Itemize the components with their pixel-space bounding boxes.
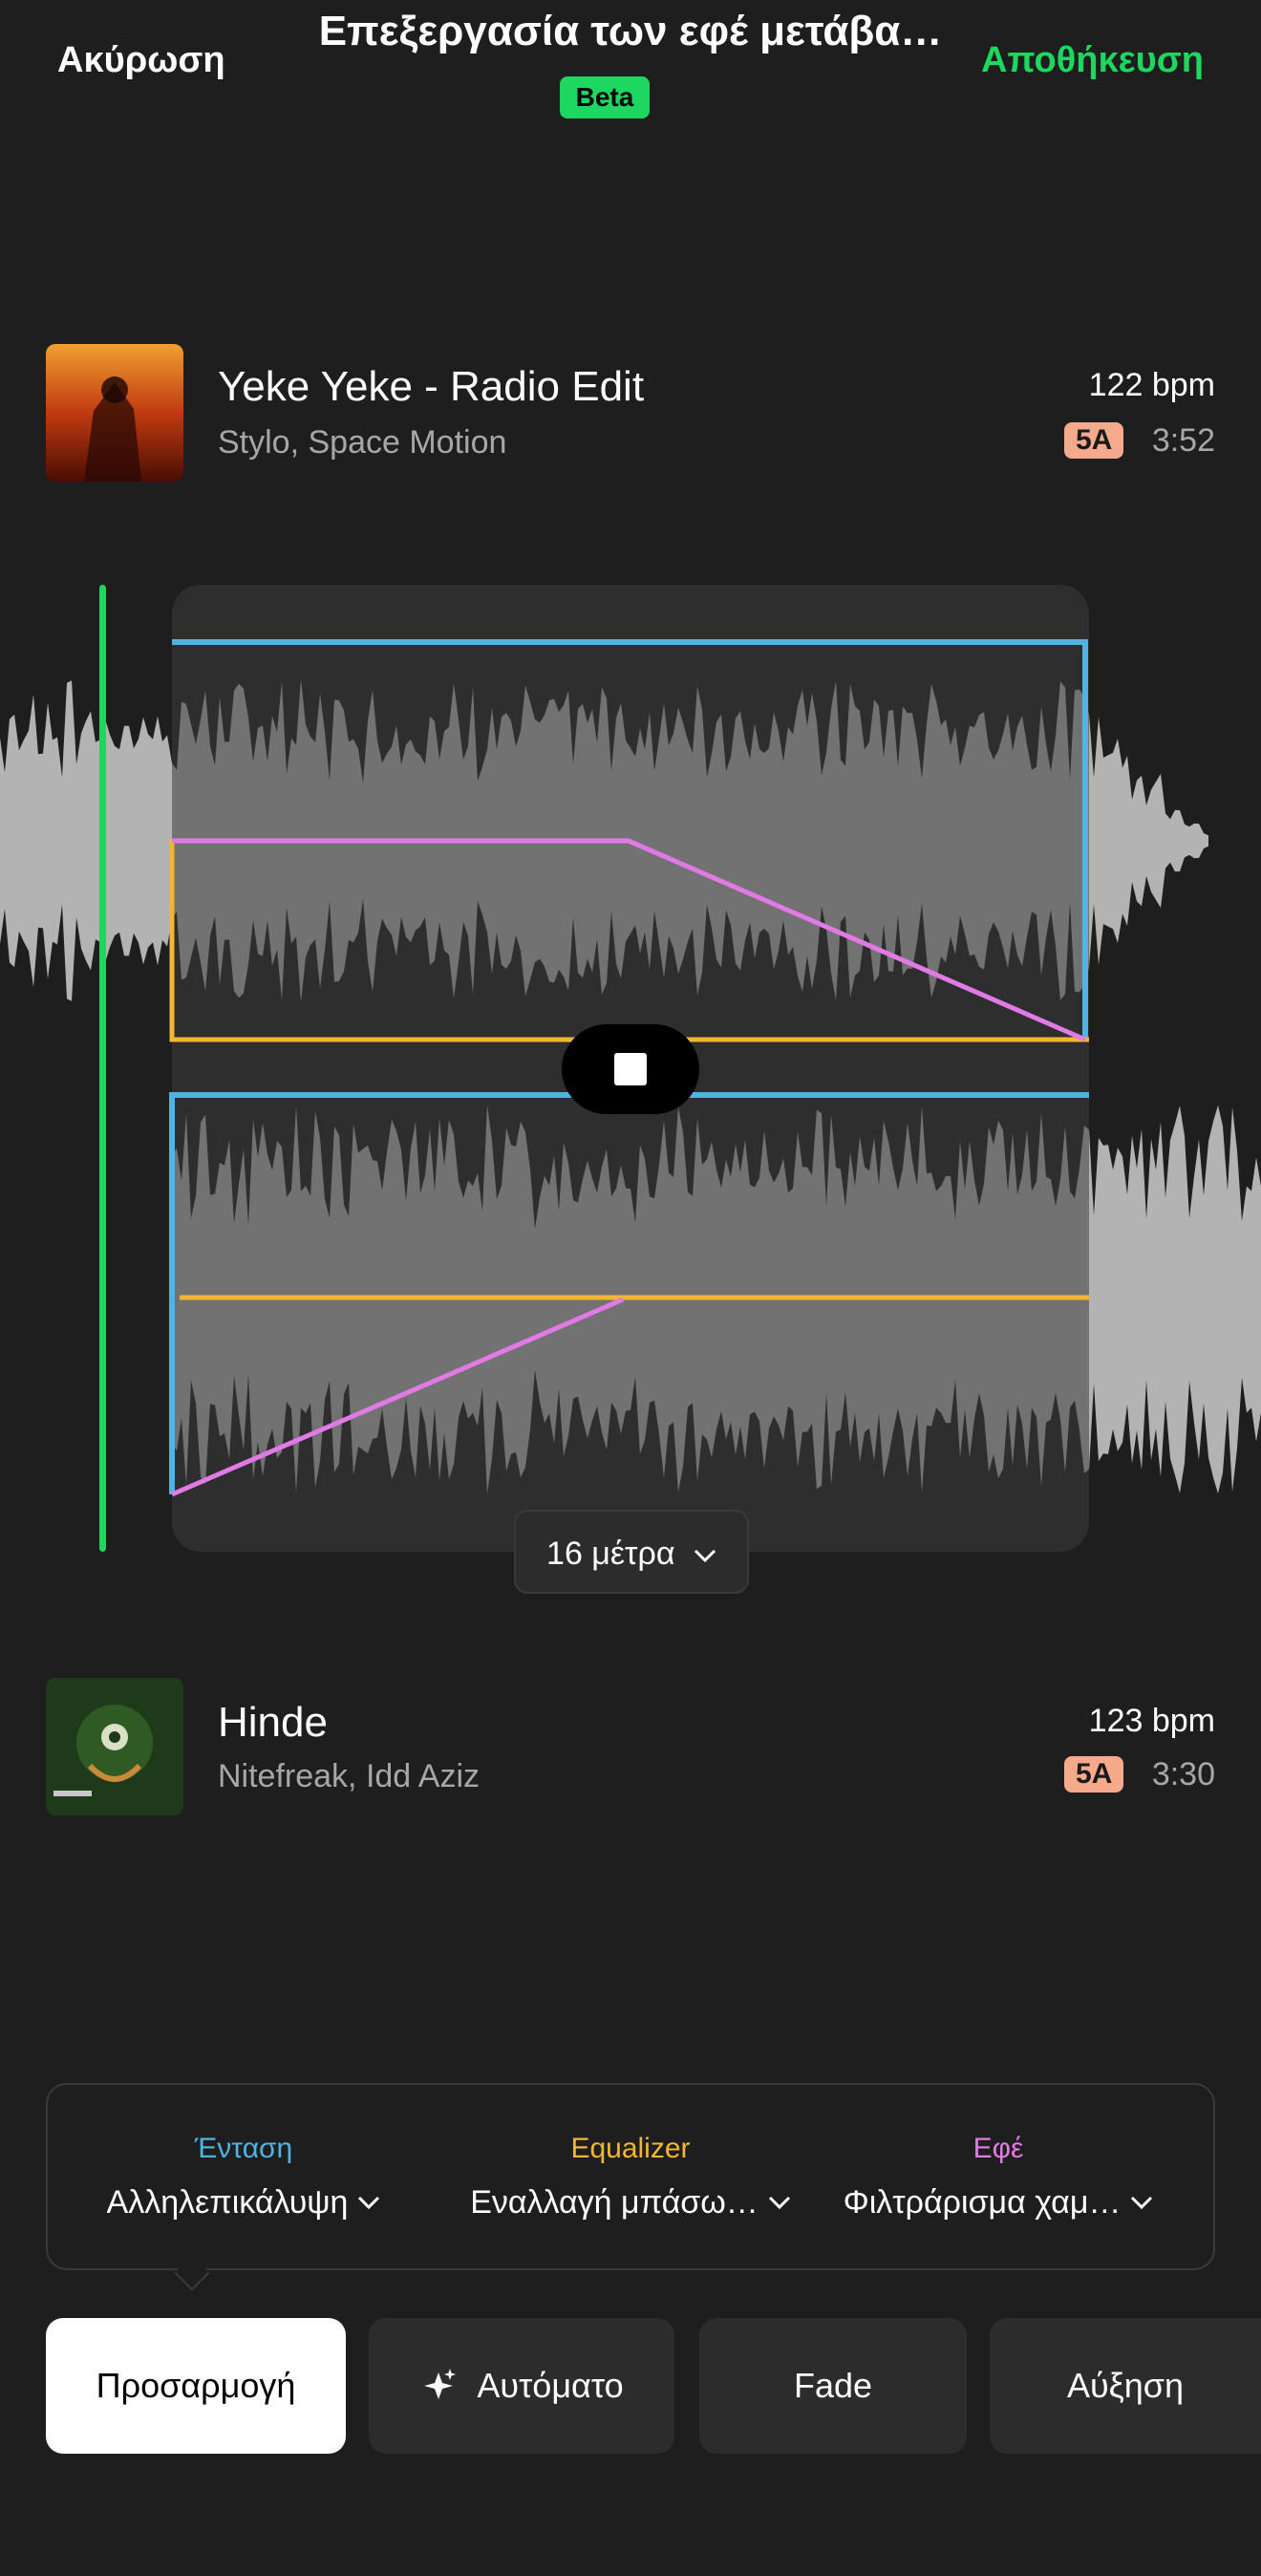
track-2-key-badge: 5A bbox=[1064, 1756, 1124, 1792]
preset-custom-button[interactable]: Προσαρμογή bbox=[46, 2318, 346, 2454]
save-button[interactable]: Αποθήκευση bbox=[981, 40, 1204, 81]
track-2-artists: Nitefreak, Idd Aziz bbox=[218, 1758, 481, 1794]
preset-fade-button[interactable]: Fade bbox=[699, 2318, 967, 2454]
preset-fade-label: Fade bbox=[793, 2366, 873, 2405]
chevron-down-icon bbox=[694, 1549, 716, 1563]
fx-curve-outgoing bbox=[172, 838, 1086, 1042]
track-2-duration: 3:30 bbox=[1151, 1756, 1215, 1792]
volume-label: Ένταση bbox=[194, 2133, 293, 2164]
track-2-bpm: 123 bpm bbox=[1088, 1703, 1215, 1739]
eq-curve-outgoing bbox=[169, 839, 1089, 1042]
preset-custom-label: Προσαρμογή bbox=[96, 2366, 296, 2405]
track-2-title: Hinde bbox=[218, 1699, 328, 1746]
album-art-track-2 bbox=[46, 1678, 183, 1815]
track-1-bpm: 122 bpm bbox=[1088, 367, 1215, 403]
track-1-duration: 3:52 bbox=[1151, 422, 1215, 459]
preset-rise-button[interactable]: Αύξηση bbox=[990, 2318, 1261, 2454]
track-1-title: Yeke Yeke - Radio Edit bbox=[218, 363, 645, 410]
fx-label: Εφέ bbox=[972, 2133, 1024, 2164]
stop-icon bbox=[614, 1053, 647, 1085]
fx-curve-incoming bbox=[171, 1297, 624, 1497]
volume-value: Αλληλεπικάλυψη bbox=[106, 2183, 349, 2221]
preset-rise-label: Αύξηση bbox=[1066, 2366, 1185, 2405]
volume-effect-selector[interactable]: Ένταση Αλληλεπικάλυψη bbox=[57, 2133, 430, 2222]
fx-value: Φιλτράρισμα χαμ… bbox=[843, 2183, 1122, 2221]
chevron-down-icon bbox=[1131, 2196, 1153, 2210]
track-1-artists: Stylo, Space Motion bbox=[218, 424, 507, 461]
sparkle-icon bbox=[424, 2369, 457, 2399]
album-art-track-1 bbox=[46, 344, 183, 482]
chevron-down-icon bbox=[768, 2196, 790, 2210]
transition-length-dropdown[interactable]: 16 μέτρα bbox=[514, 1510, 749, 1594]
beta-badge: Beta bbox=[560, 76, 650, 118]
chevron-down-icon bbox=[358, 2196, 380, 2210]
page-title: Επεξεργασία των εφέ μετάβα… bbox=[318, 8, 943, 54]
preset-auto-label: Αυτόματο bbox=[477, 2366, 624, 2405]
fx-effect-selector[interactable]: Εφέ Φιλτράρισμα χαμ… bbox=[812, 2133, 1185, 2222]
equalizer-value: Εναλλαγή μπάσω… bbox=[470, 2183, 759, 2221]
equalizer-effect-selector[interactable]: Equalizer Εναλλαγή μπάσω… bbox=[444, 2133, 817, 2222]
transition-length-label: 16 μέτρα bbox=[546, 1535, 675, 1572]
track-1-key-badge: 5A bbox=[1064, 422, 1124, 459]
equalizer-label: Equalizer bbox=[570, 2133, 691, 2164]
preset-auto-button[interactable]: Αυτόματο bbox=[369, 2318, 674, 2454]
